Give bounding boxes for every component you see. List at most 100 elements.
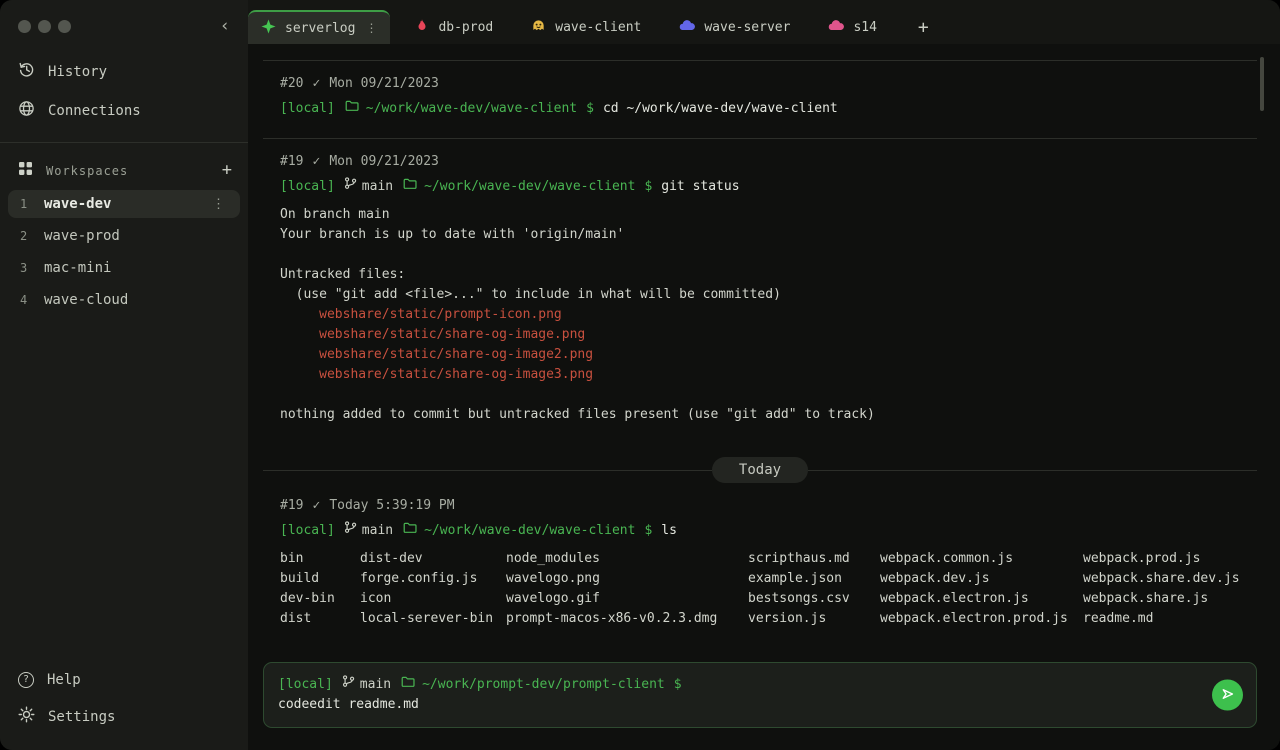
git-branch-icon xyxy=(342,674,355,695)
entry-meta: #20 ✓ Mon 09/21/2023 xyxy=(280,74,1257,94)
entry-id: #20 xyxy=(280,74,303,94)
prompt-symbol: $ xyxy=(586,99,594,119)
file-name: forge.config.js xyxy=(360,569,506,589)
workspace-item-wave-prod[interactable]: 2 wave-prod xyxy=(8,222,240,250)
tab-label: db-prod xyxy=(438,20,493,35)
ls-row: dist local-serever-bin prompt-macos-x86-… xyxy=(280,609,1257,629)
workspace-name: wave-cloud xyxy=(44,292,128,308)
untracked-file: webshare/static/share-og-image.png xyxy=(280,325,1257,345)
file-name: build xyxy=(280,569,360,589)
ls-row: bin dist-dev node_modules scripthaus.md … xyxy=(280,549,1257,569)
file-name: webpack.prod.js xyxy=(1083,549,1257,569)
untracked-file: webshare/static/share-og-image2.png xyxy=(280,345,1257,365)
file-name: local-serever-bin xyxy=(360,609,506,629)
scrollbar[interactable] xyxy=(1260,57,1264,111)
new-tab-button[interactable]: + xyxy=(910,10,937,44)
ls-output: bin dist-dev node_modules scripthaus.md … xyxy=(280,549,1257,629)
tab-wave-client[interactable]: wave-client xyxy=(518,10,654,44)
sidebar-item-settings[interactable]: Settings xyxy=(0,697,248,736)
tab-db-prod[interactable]: db-prod xyxy=(402,10,506,44)
blank-line xyxy=(280,245,1257,265)
tab-wave-server[interactable]: wave-server xyxy=(666,10,803,44)
send-button[interactable] xyxy=(1212,680,1243,711)
sidebar-item-help[interactable]: ? Help xyxy=(0,663,248,697)
prompt-line: [local] main xyxy=(280,520,1257,541)
today-badge: Today xyxy=(712,457,808,483)
grid-icon xyxy=(18,161,33,180)
file-name: readme.md xyxy=(1083,609,1257,629)
workspaces-header: Workspaces + xyxy=(0,153,248,188)
sidebar-item-label: Connections xyxy=(48,103,141,119)
file-name: bin xyxy=(280,549,360,569)
workspace-number: 3 xyxy=(20,261,44,275)
divider xyxy=(808,470,1257,471)
app-window: ‹ History Connections xyxy=(0,0,1280,750)
tab-serverlog[interactable]: serverlog ⋮ xyxy=(248,10,390,44)
sidebar-item-history[interactable]: History xyxy=(0,52,248,91)
prompt-symbol: $ xyxy=(644,521,652,541)
prompt-branch: main xyxy=(362,521,393,541)
maximize-button[interactable] xyxy=(58,20,71,33)
folder-icon xyxy=(402,176,418,197)
folder-icon xyxy=(402,520,418,541)
file-name: dev-bin xyxy=(280,589,360,609)
workspace-item-wave-dev[interactable]: 1 wave-dev ⋮ xyxy=(8,190,240,218)
workspace-name: wave-prod xyxy=(44,228,120,244)
sidebar-footer: ? Help Settings xyxy=(0,663,248,750)
minimize-button[interactable] xyxy=(38,20,51,33)
prompt-cwd: ~/work/wave-dev/wave-client xyxy=(424,521,635,541)
file-name: webpack.share.dev.js xyxy=(1083,569,1257,589)
entry-date: Today 5:39:19 PM xyxy=(329,496,454,516)
close-button[interactable] xyxy=(18,20,31,33)
sidebar-item-connections[interactable]: Connections xyxy=(0,91,248,130)
file-name: webpack.electron.js xyxy=(880,589,1083,609)
file-name: icon xyxy=(360,589,506,609)
workspace-number: 2 xyxy=(20,229,44,243)
output-line: (use "git add <file>..." to include in w… xyxy=(280,285,1257,305)
divider xyxy=(0,142,248,143)
send-arrow-icon xyxy=(1219,685,1236,705)
entry-meta: #19 ✓ Mon 09/21/2023 xyxy=(280,152,1257,172)
file-name: webpack.electron.prod.js xyxy=(880,609,1083,629)
divider xyxy=(263,470,712,471)
git-branch-icon xyxy=(344,520,357,541)
sidebar-spacer xyxy=(0,316,248,663)
folder-icon xyxy=(344,98,360,119)
entry-id: #19 xyxy=(280,152,303,172)
workspace-name: mac-mini xyxy=(44,260,111,276)
file-name: example.json xyxy=(748,569,880,589)
history-entry-20: #20 ✓ Mon 09/21/2023 [local] ~/work/wave… xyxy=(263,74,1257,138)
prompt-branch: main xyxy=(360,675,391,695)
sidebar-item-label: Settings xyxy=(48,709,115,725)
tab-menu-icon[interactable]: ⋮ xyxy=(365,21,377,35)
file-name: wavelogo.gif xyxy=(506,589,748,609)
prompt-cwd: ~/work/wave-dev/wave-client xyxy=(366,99,577,119)
prompt-cwd: ~/work/prompt-dev/prompt-client xyxy=(422,675,665,695)
workspace-menu-icon[interactable]: ⋮ xyxy=(209,197,228,212)
help-icon: ? xyxy=(18,672,34,688)
prompt-branch: main xyxy=(362,177,393,197)
file-name: scripthaus.md xyxy=(748,549,880,569)
output-line: Untracked files: xyxy=(280,265,1257,285)
entry-date: Mon 09/21/2023 xyxy=(329,74,439,94)
file-name: wavelogo.png xyxy=(506,569,748,589)
tab-s14[interactable]: s14 xyxy=(815,10,889,44)
cloud-icon xyxy=(679,18,695,36)
globe-icon xyxy=(18,100,35,121)
sidebar-collapse-icon[interactable]: ‹ xyxy=(216,16,234,36)
command-input[interactable]: [local] main xyxy=(263,662,1257,728)
prompt-host: [local] xyxy=(280,177,335,197)
sidebar-titlebar: ‹ xyxy=(0,0,248,52)
workspace-item-wave-cloud[interactable]: 4 wave-cloud xyxy=(8,286,240,314)
blank-line xyxy=(280,385,1257,405)
sidebar-item-label: History xyxy=(48,64,107,80)
divider xyxy=(263,138,1257,139)
sidebar: ‹ History Connections xyxy=(0,0,248,750)
file-name: dist xyxy=(280,609,360,629)
workspace-item-mac-mini[interactable]: 3 mac-mini xyxy=(8,254,240,282)
ghost-icon xyxy=(531,18,546,37)
command-input-text[interactable]: codeedit readme.md xyxy=(278,695,1196,715)
add-workspace-button[interactable]: + xyxy=(222,162,232,179)
sparkle-icon xyxy=(261,19,276,38)
command-text: git status xyxy=(661,177,739,197)
